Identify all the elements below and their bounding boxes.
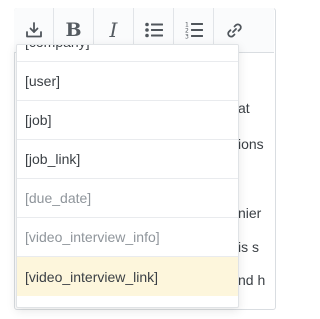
insert-placeholder-icon	[25, 21, 43, 39]
svg-text:3: 3	[185, 34, 189, 40]
placeholder-option-job[interactable]: [job]	[17, 101, 238, 140]
placeholder-option-company[interactable]: [company]	[17, 45, 238, 62]
placeholder-option-due-date[interactable]: [due_date]	[17, 179, 238, 218]
italic-icon: I	[109, 18, 118, 42]
placeholder-dropdown: [company] [user] [job] [job_link] [due_d…	[16, 44, 239, 308]
placeholder-option-user[interactable]: [user]	[17, 62, 238, 101]
link-icon	[226, 22, 243, 39]
placeholder-option-video-interview-info[interactable]: [video_interview_info]	[17, 218, 238, 257]
bold-icon: B	[65, 19, 82, 41]
placeholder-option-video-interview-link[interactable]: [video_interview_link]	[17, 257, 238, 296]
placeholder-list: [company] [user] [job] [job_link] [due_d…	[17, 45, 238, 296]
placeholder-option-job-link[interactable]: [job_link]	[17, 140, 238, 179]
bulleted-list-icon	[144, 22, 163, 38]
numbered-list-icon: 1 2 3	[185, 21, 203, 39]
